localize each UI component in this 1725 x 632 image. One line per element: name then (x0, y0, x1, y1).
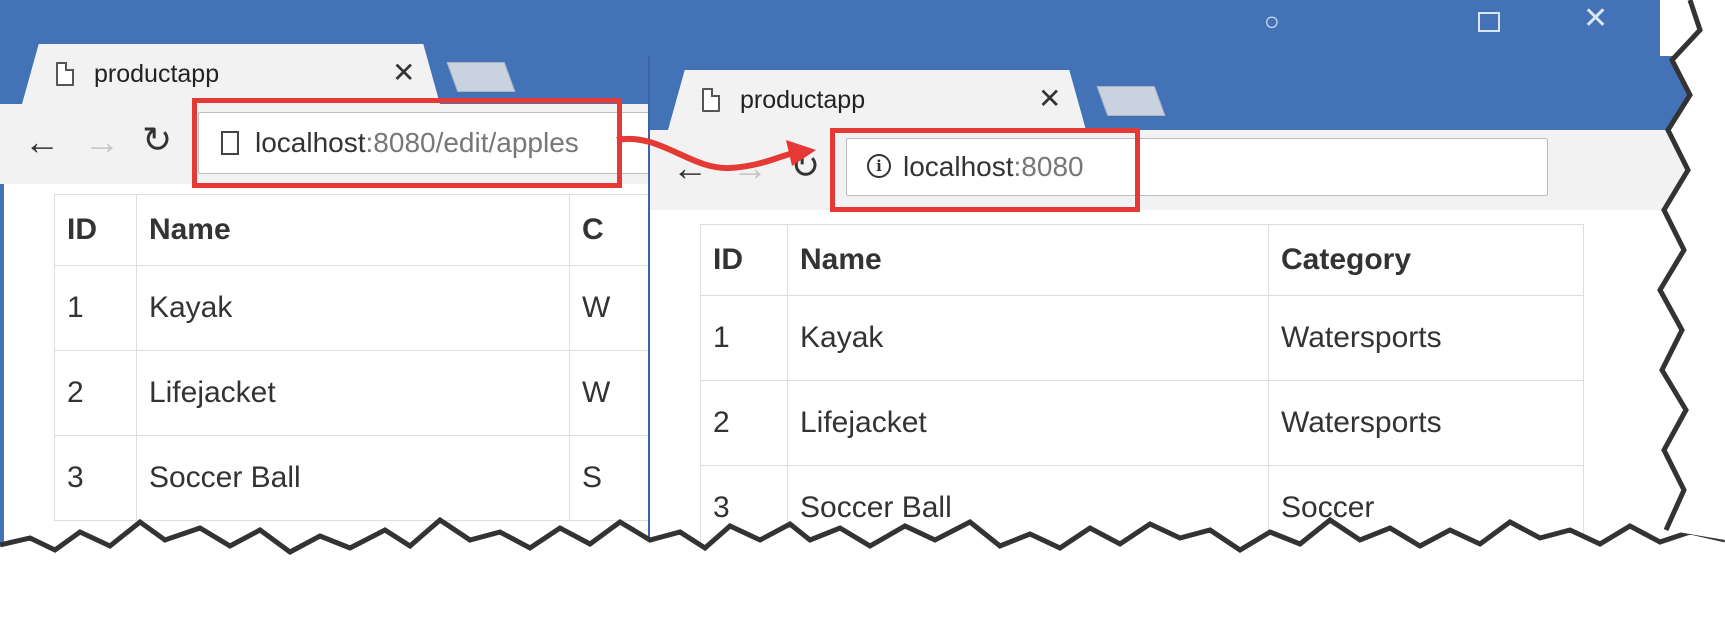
torn-edge-decoration (0, 0, 1725, 632)
screenshot-stage: ○ ✕ productapp ✕ ← → ↻ localhost:8080/ed… (0, 0, 1725, 632)
